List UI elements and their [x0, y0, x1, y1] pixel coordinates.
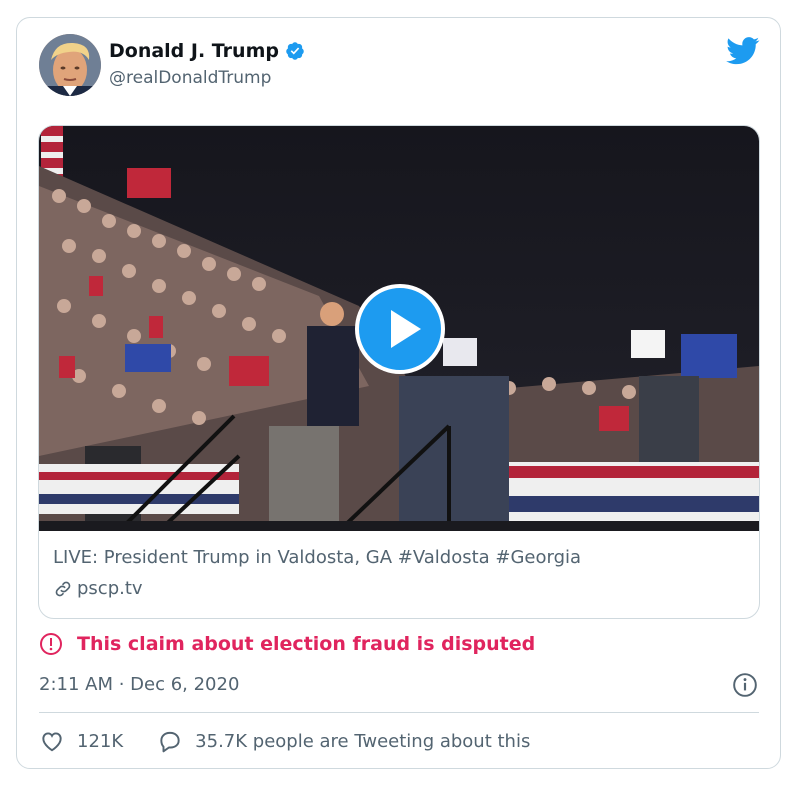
author-name-text[interactable]: Donald J. Trump — [109, 40, 279, 62]
timestamp[interactable]: 2:11 AM · Dec 6, 2020 — [39, 674, 239, 695]
play-button[interactable] — [355, 284, 445, 374]
author-name[interactable]: Donald J. Trump — [109, 40, 305, 62]
verified-badge-icon — [286, 42, 304, 60]
play-icon — [391, 310, 421, 348]
tweet-card: Donald J. Trump @realDonaldTrump LIVE: P… — [16, 17, 781, 769]
warning-icon — [40, 633, 62, 655]
tweet-actions: 121K 35.7K people are Tweeting about thi… — [39, 728, 530, 754]
media-title[interactable]: LIVE: President Trump in Valdosta, GA #V… — [53, 547, 581, 568]
media-card[interactable]: LIVE: President Trump in Valdosta, GA #V… — [38, 125, 760, 619]
avatar[interactable] — [39, 34, 101, 96]
media-link[interactable]: pscp.tv — [53, 578, 143, 599]
twitter-bird-icon[interactable] — [726, 37, 760, 65]
like-button[interactable]: 121K — [39, 728, 123, 754]
link-icon — [55, 581, 71, 596]
divider — [39, 712, 759, 713]
warning-text[interactable]: This claim about election fraud is dispu… — [77, 633, 535, 655]
disputed-claim-warning[interactable]: This claim about election fraud is dispu… — [39, 632, 535, 656]
like-count: 121K — [77, 730, 124, 752]
media-link-text[interactable]: pscp.tv — [77, 578, 143, 599]
reply-button[interactable]: 35.7K people are Tweeting about this — [157, 728, 530, 754]
author-handle[interactable]: @realDonaldTrump — [109, 68, 271, 88]
heart-icon — [42, 732, 62, 752]
tweeting-about-text: 35.7K people are Tweeting about this — [195, 730, 531, 752]
info-icon[interactable] — [732, 672, 758, 698]
reply-bubble-icon — [160, 731, 180, 753]
